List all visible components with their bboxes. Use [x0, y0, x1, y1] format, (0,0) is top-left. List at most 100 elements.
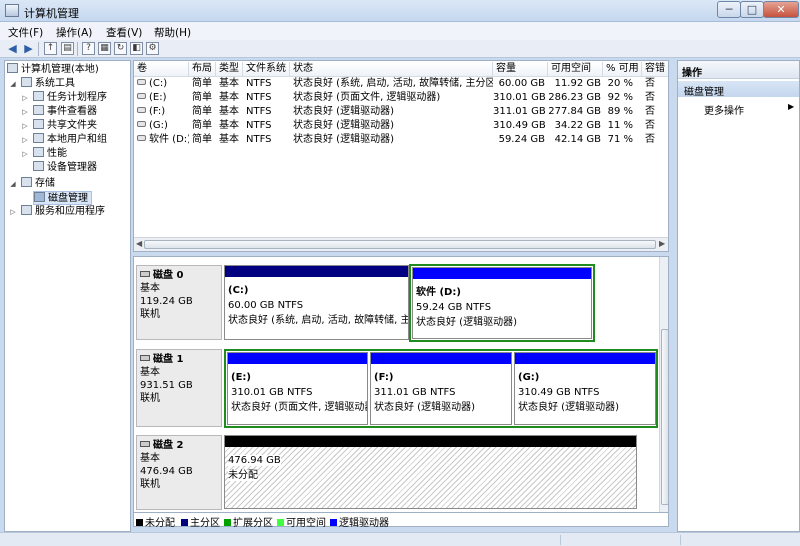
- submenu-arrow-icon[interactable]: ▶: [788, 102, 794, 111]
- disk-management-icon: [34, 192, 45, 202]
- more-actions-link[interactable]: 更多操作: [704, 102, 744, 117]
- cell-percent-free: 20 %: [603, 77, 633, 90]
- cell-text: 状态良好 (系统, 启动, 活动, 故障转储, 主分区): [293, 78, 493, 89]
- disk-0-label[interactable]: 磁盘 0 基本 119.24 GB 联机: [136, 265, 222, 340]
- column-header-layout[interactable]: 布局: [189, 62, 216, 76]
- actions-section-disk-management[interactable]: 磁盘管理: [678, 81, 799, 98]
- expand-icon[interactable]: ▷: [9, 205, 17, 219]
- partition-e[interactable]: (E:) 310.01 GB NTFS 状态良好 (页面文件, 逻辑驱动器: [227, 352, 368, 425]
- cell-text: 20 %: [607, 78, 633, 89]
- cell-status: 状态良好 (逻辑驱动器): [293, 133, 493, 146]
- partition-d[interactable]: 软件 (D:) 59.24 GB NTFS 状态良好 (逻辑驱动器): [412, 267, 592, 339]
- tree-item-local-users[interactable]: ▷ 本地用户和组: [21, 133, 107, 147]
- tree-item-root[interactable]: 计算机管理(本地): [7, 63, 99, 77]
- cell-text: 简单: [192, 120, 212, 131]
- actions-title: 操作: [678, 61, 799, 79]
- settings-icon[interactable]: ⚙: [146, 42, 159, 55]
- export-list-icon[interactable]: ◧: [130, 42, 143, 55]
- partition-letter: 软件 (D:): [416, 287, 461, 298]
- table-row[interactable]: (E:) 简单 基本 NTFS 状态良好 (页面文件, 逻辑驱动器) 310.01 GB 2…: [134, 91, 668, 105]
- collapse-icon[interactable]: ◢: [9, 177, 17, 191]
- unallocated-space[interactable]: 476.94 GB 未分配: [224, 435, 637, 509]
- scroll-thumb[interactable]: [661, 329, 668, 505]
- tree-item-services-apps[interactable]: ▷ 服务和应用程序: [9, 205, 105, 219]
- cell-volume: 软件 (D:): [137, 133, 189, 146]
- storage-icon: [21, 177, 32, 187]
- help-icon[interactable]: ?: [82, 42, 95, 55]
- volume-list: 卷 布局 类型 文件系统 状态 容量 可用空间 % 可用 容错 (C:) 简单 基本…: [133, 60, 669, 252]
- partition-status: 状态良好 (页面文件, 逻辑驱动器: [231, 402, 367, 413]
- legend-item-primary: 主分区: [181, 514, 220, 529]
- cell-text: 状态良好 (页面文件, 逻辑驱动器): [293, 92, 441, 103]
- cell-text: 11 %: [607, 120, 633, 131]
- tree-item-device-manager[interactable]: 设备管理器: [33, 161, 97, 175]
- expand-icon[interactable]: ▷: [21, 91, 29, 105]
- column-header-capacity[interactable]: 容量: [493, 62, 548, 76]
- partition-c[interactable]: (C:) 60.00 GB NTFS 状态良好 (系统, 启动, 活动, 故障转…: [224, 265, 409, 340]
- table-row[interactable]: (C:) 简单 基本 NTFS 状态良好 (系统, 启动, 活动, 故障转储, 主分区)…: [134, 77, 668, 91]
- cell-volume: (F:): [137, 105, 189, 118]
- tree-item-task-scheduler[interactable]: ▷ 任务计划程序: [21, 91, 107, 105]
- tree-item-disk-management[interactable]: 磁盘管理: [33, 191, 92, 205]
- cell-text: 状态良好 (逻辑驱动器): [293, 120, 394, 131]
- tree-item-performance[interactable]: ▷ 性能: [21, 147, 67, 161]
- close-button[interactable]: ✕: [763, 1, 799, 18]
- minimize-button[interactable]: ─: [717, 1, 741, 18]
- cell-text: NTFS: [246, 92, 272, 103]
- back-icon[interactable]: ◀: [6, 42, 19, 55]
- cell-text: 11.92 GB: [554, 78, 601, 89]
- expand-icon[interactable]: ▷: [21, 133, 29, 147]
- menu-file[interactable]: 文件(F): [8, 25, 43, 40]
- collapse-icon[interactable]: ◢: [9, 77, 17, 91]
- cell-status: 状态良好 (系统, 启动, 活动, 故障转储, 主分区): [293, 77, 493, 90]
- scroll-left-icon[interactable]: ◀: [136, 239, 142, 248]
- partition-f[interactable]: (F:) 311.01 GB NTFS 状态良好 (逻辑驱动器): [370, 352, 512, 425]
- scroll-right-icon[interactable]: ▶: [659, 239, 665, 248]
- show-hide-tree-icon[interactable]: ▤: [61, 42, 74, 55]
- menu-view[interactable]: 查看(V): [106, 25, 142, 40]
- cell-status: 状态良好 (页面文件, 逻辑驱动器): [293, 91, 493, 104]
- disk-1-label[interactable]: 磁盘 1 基本 931.51 GB 联机: [136, 349, 222, 427]
- column-header-filesystem[interactable]: 文件系统: [243, 62, 290, 76]
- cell-text: 277.84 GB: [548, 106, 601, 117]
- table-row[interactable]: (G:) 简单 基本 NTFS 状态良好 (逻辑驱动器) 310.49 GB 34.22 G…: [134, 119, 668, 133]
- tree-item-storage[interactable]: ◢ 存储: [9, 177, 55, 191]
- column-header-fault-tolerance[interactable]: 容错: [642, 62, 668, 76]
- partition-g[interactable]: (G:) 310.49 GB NTFS 状态良好 (逻辑驱动器): [514, 352, 656, 425]
- expand-icon[interactable]: ▷: [21, 119, 29, 133]
- column-header-status[interactable]: 状态: [290, 62, 493, 76]
- table-row[interactable]: 软件 (D:) 简单 基本 NTFS 状态良好 (逻辑驱动器) 59.24 GB 42.14…: [134, 133, 668, 147]
- maximize-button[interactable]: □: [740, 1, 764, 18]
- logical-drive-bar: [228, 353, 367, 364]
- column-header-volume[interactable]: 卷: [134, 62, 189, 76]
- horizontal-scrollbar[interactable]: ◀ ▶: [134, 237, 668, 251]
- forward-icon[interactable]: ▶: [22, 42, 35, 55]
- expand-icon[interactable]: ▷: [21, 105, 29, 119]
- cell-capacity: 310.01 GB: [493, 91, 545, 104]
- cell-filesystem: NTFS: [246, 119, 290, 132]
- properties-icon[interactable]: ▦: [98, 42, 111, 55]
- cell-text: 否: [645, 134, 655, 145]
- tree-item-system-tools[interactable]: ◢ 系统工具: [9, 77, 75, 91]
- vertical-scrollbar[interactable]: [659, 257, 668, 512]
- cell-text: 基本: [219, 92, 239, 103]
- scroll-thumb[interactable]: [144, 240, 656, 249]
- table-row[interactable]: (F:) 简单 基本 NTFS 状态良好 (逻辑驱动器) 311.01 GB 277.84 …: [134, 105, 668, 119]
- column-header-free-space[interactable]: 可用空间: [548, 62, 603, 76]
- drive-icon: [137, 135, 146, 141]
- column-header-percent-free[interactable]: % 可用: [603, 62, 642, 76]
- cell-text: 简单: [192, 78, 212, 89]
- tree-item-label: 本地用户和组: [47, 134, 107, 145]
- refresh-icon[interactable]: ↻: [114, 42, 127, 55]
- up-folder-icon[interactable]: ↑: [44, 42, 57, 55]
- menu-help[interactable]: 帮助(H): [154, 25, 191, 40]
- column-header-type[interactable]: 类型: [216, 62, 243, 76]
- expand-icon[interactable]: ▷: [21, 147, 29, 161]
- disk-2-label[interactable]: 磁盘 2 基本 476.94 GB 联机: [136, 435, 222, 510]
- cell-text: 286.23 GB: [548, 92, 601, 103]
- menu-action[interactable]: 操作(A): [56, 25, 92, 40]
- tree-item-shared-folders[interactable]: ▷ 共享文件夹: [21, 119, 97, 133]
- disk-size: 931.51 GB: [140, 380, 193, 391]
- tree-item-event-viewer[interactable]: ▷ 事件查看器: [21, 105, 97, 119]
- toolbar-separator: [77, 42, 78, 56]
